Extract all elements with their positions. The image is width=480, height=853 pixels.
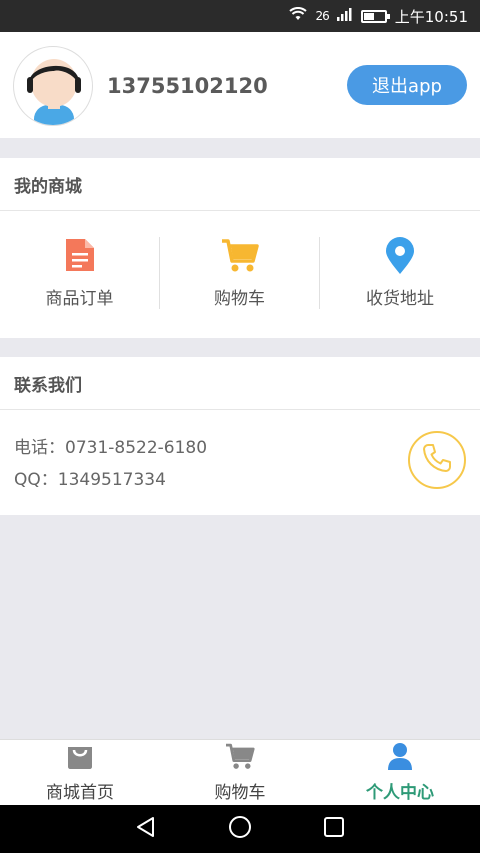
network-type: 26 [315, 9, 329, 23]
order-document-icon [64, 237, 96, 273]
tab-cart[interactable]: 购物车 [160, 740, 320, 805]
contact-phone: 电话：0731-8522-6180 [14, 438, 208, 458]
signal-icon [336, 7, 353, 25]
call-button[interactable] [408, 431, 466, 489]
bottom-tab-bar: 商城首页 购物车 个人中心 [0, 739, 480, 805]
mall-item-label: 购物车 [214, 289, 265, 309]
user-phone-number: 13755102120 [107, 74, 268, 98]
mall-item-label: 收货地址 [366, 289, 434, 309]
mall-item-cart[interactable]: 购物车 [160, 237, 320, 309]
tab-label: 个人中心 [366, 783, 434, 803]
my-mall-section: 我的商城 商品订单 购物车 收货地址 [0, 158, 480, 338]
wifi-icon [289, 7, 308, 25]
home-icon[interactable] [228, 815, 252, 843]
tab-personal-center[interactable]: 个人中心 [320, 740, 480, 805]
battery-icon [360, 9, 390, 23]
cart-icon [225, 742, 255, 774]
logout-button[interactable]: 退出app [347, 65, 467, 105]
system-navigation-bar [0, 805, 480, 853]
status-bar: 26 上午10:51 [0, 0, 480, 32]
mall-item-address[interactable]: 收货地址 [320, 237, 480, 309]
profile-header: 13755102120 退出app [0, 32, 480, 138]
section-title: 联系我们 [0, 357, 480, 410]
cart-icon [221, 237, 259, 273]
location-pin-icon [385, 237, 415, 275]
shopping-bag-icon [66, 742, 94, 774]
status-time: 上午10:51 [394, 7, 468, 26]
mall-item-orders[interactable]: 商品订单 [0, 237, 160, 309]
tab-mall-home[interactable]: 商城首页 [0, 740, 160, 805]
contact-section: 联系我们 电话：0731-8522-6180 QQ：1349517334 [0, 357, 480, 515]
tab-label: 商城首页 [46, 783, 114, 803]
avatar[interactable] [13, 46, 93, 126]
mall-item-label: 商品订单 [45, 289, 114, 309]
recent-apps-icon[interactable] [323, 816, 345, 842]
contact-qq: QQ：1349517334 [14, 470, 166, 490]
person-icon [386, 742, 414, 774]
phone-call-icon [421, 442, 453, 478]
tab-label: 购物车 [214, 783, 266, 803]
back-icon[interactable] [135, 816, 157, 842]
section-title: 我的商城 [0, 158, 480, 211]
